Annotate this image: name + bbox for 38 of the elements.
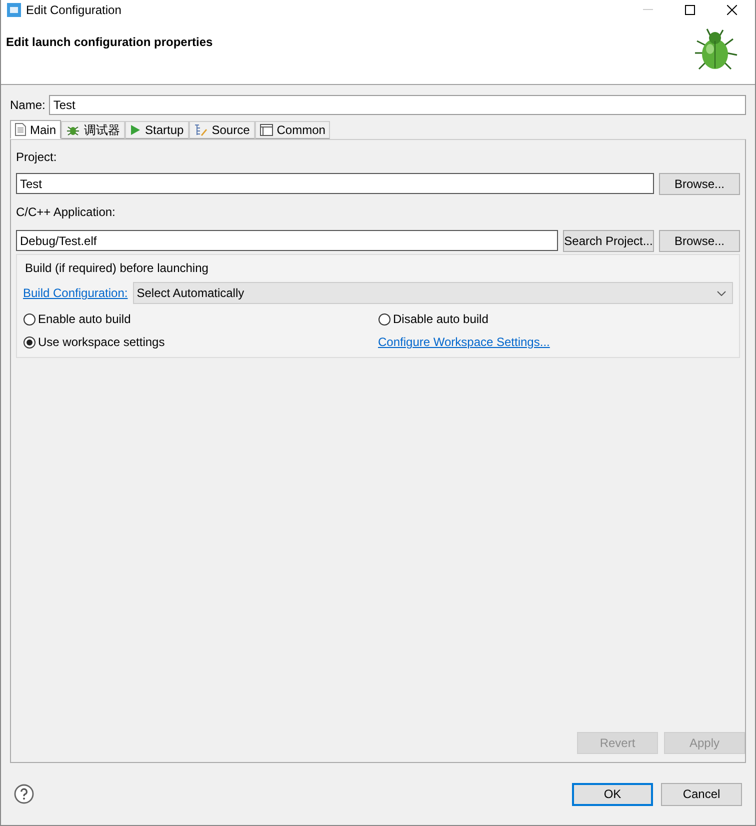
maximize-icon[interactable] [685, 5, 695, 15]
tab[interactable]: Main [10, 120, 62, 139]
radio-option[interactable]: Enable auto build [23, 310, 131, 328]
name-label: Name: [10, 97, 46, 114]
app-icon [7, 3, 21, 17]
window-icon [260, 124, 273, 136]
project-field[interactable]: Test [16, 173, 654, 194]
radio-button[interactable] [23, 312, 36, 326]
group-title: Build (if required) before launching [25, 260, 210, 277]
name-field[interactable]: Test [49, 95, 746, 115]
application-field[interactable]: Debug/Test.elf [16, 230, 558, 251]
close-icon[interactable] [727, 5, 737, 15]
dialog-heading: Edit launch configuration properties [5, 34, 214, 51]
window-title: Edit Configuration [26, 2, 122, 19]
chevron-icon [717, 290, 726, 296]
tab[interactable]: Common [254, 121, 330, 139]
application-label: C/C++ Application: [16, 204, 116, 221]
radio-option[interactable]: Disable auto build [378, 310, 488, 328]
tab[interactable]: Source [188, 121, 255, 139]
project-label: Project: [16, 149, 58, 166]
radio-button[interactable] [378, 312, 391, 326]
play-icon [130, 124, 142, 136]
build-configuration-link[interactable]: Build Configuration: [23, 284, 128, 302]
dialog-button[interactable]: OK [572, 782, 653, 806]
radio-option[interactable]: Use workspace settings [23, 333, 165, 351]
radio-button[interactable] [23, 336, 36, 348]
search-project-button[interactable]: Search Project... [563, 230, 654, 252]
configuration-dropdown[interactable]: Select Automatically [132, 282, 733, 304]
tab[interactable]: 调试器 [61, 121, 126, 139]
page-icon [15, 123, 26, 136]
browse-button[interactable]: Browse... [659, 173, 740, 195]
dialog-button[interactable]: Cancel [661, 782, 742, 806]
configure-workspace-link[interactable]: Configure Workspace Settings... [378, 333, 733, 351]
browse-button[interactable]: Browse... [659, 230, 740, 252]
help-icon[interactable] [14, 784, 34, 804]
source-icon [194, 123, 208, 137]
tab[interactable]: Startup [125, 121, 189, 139]
bug-icon [66, 124, 80, 136]
